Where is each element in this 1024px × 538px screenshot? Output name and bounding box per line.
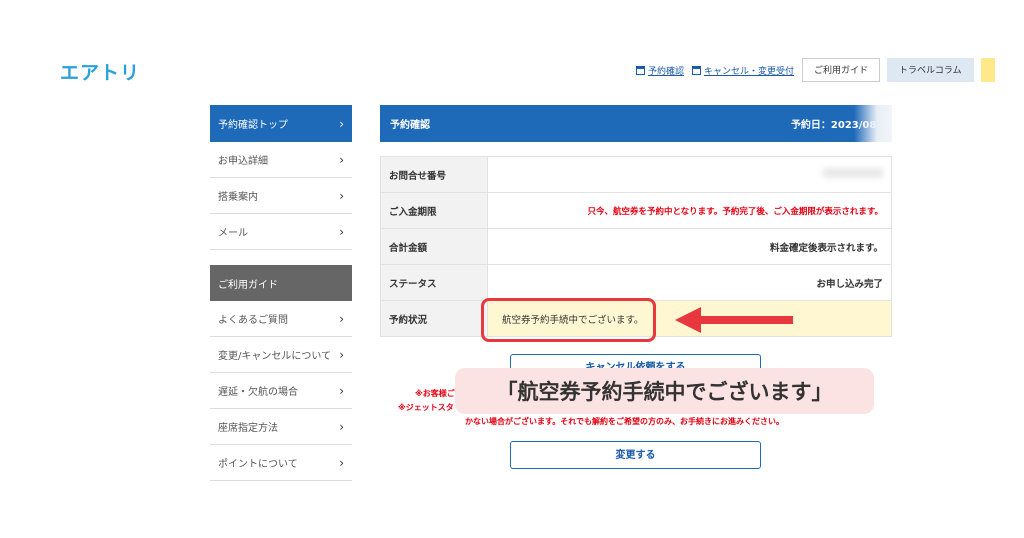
sidebar-item-label: メール	[218, 228, 248, 239]
sidebar-item-boarding-guide[interactable]: 搭乗案内 ›	[210, 178, 352, 214]
calendar-icon	[636, 65, 645, 75]
payment-deadline-value: 只今、航空券を予約中となります。予約完了後、ご入金期限が表示されます。	[487, 192, 892, 229]
table-row: お問合せ番号	[380, 156, 892, 193]
travel-column-button[interactable]: トラベルコラム	[887, 58, 974, 82]
sidebar-item-mail[interactable]: メール ›	[210, 214, 352, 250]
sidebar-item-label: 予約確認トップ	[218, 120, 288, 131]
row-label: 合計金額	[380, 228, 488, 265]
notice-text: かない場合がございます。それでも解約をご希望の方のみ、お手続きにお進みください。	[465, 417, 784, 426]
sidebar-item-change-cancel[interactable]: 変更/キャンセルについて ›	[210, 337, 352, 373]
chevron-right-icon: ›	[339, 116, 344, 131]
chevron-right-icon: ›	[339, 224, 344, 239]
highlight-box	[481, 298, 656, 342]
top-navigation: 予約確認 キャンセル・変更受付 ご利用ガイド トラベルコラム	[636, 58, 995, 82]
sidebar-item-label: お申込詳細	[218, 156, 268, 167]
extra-nav-button[interactable]	[980, 58, 995, 82]
sidebar-item-label: 座席指定方法	[218, 423, 278, 434]
chevron-right-icon: ›	[339, 383, 344, 398]
inquiry-number-value	[487, 156, 892, 193]
reservation-confirm-label: 予約確認	[648, 66, 685, 77]
reservation-confirm-link[interactable]: 予約確認	[636, 64, 684, 77]
change-button[interactable]: 変更する	[510, 441, 761, 469]
table-row: 合計金額 料金確定後表示されます。	[380, 228, 892, 265]
sidebar-item-points[interactable]: ポイントについて ›	[210, 445, 352, 481]
sidebar-item-label: ポイントについて	[218, 459, 298, 470]
sidebar-item-label: 搭乗案内	[218, 192, 258, 203]
notice-text: ※ジェットスタ	[398, 403, 454, 412]
sidebar-item-faq[interactable]: よくあるご質問 ›	[210, 301, 352, 337]
panel-header: 予約確認 予約日：2023/08/	[380, 105, 892, 142]
sidebar: 予約確認トップ › お申込詳細 › 搭乗案内 › メール › ご利用ガイド よく…	[210, 105, 352, 481]
blurred-overlay	[854, 105, 892, 142]
chevron-right-icon: ›	[339, 455, 344, 470]
sidebar-item-label: 遅延・欠航の場合	[218, 387, 298, 398]
chevron-right-icon: ›	[339, 347, 344, 362]
sidebar-item-seat-selection[interactable]: 座席指定方法 ›	[210, 409, 352, 445]
chevron-right-icon: ›	[339, 419, 344, 434]
chevron-right-icon: ›	[339, 311, 344, 326]
sidebar-item-label: 変更/キャンセルについて	[218, 351, 332, 362]
cancel-change-link[interactable]: キャンセル・変更受付	[692, 64, 794, 77]
blurred-value	[823, 168, 883, 178]
chevron-right-icon: ›	[339, 152, 344, 167]
sidebar-item-label: よくあるご質問	[218, 315, 288, 326]
total-amount-value: 料金確定後表示されます。	[487, 228, 892, 265]
row-label: 予約状況	[380, 300, 488, 337]
table-row: ステータス お申し込み完了	[380, 264, 892, 301]
panel-title: 予約確認	[390, 120, 430, 131]
usage-guide-button[interactable]: ご利用ガイド	[802, 58, 881, 82]
sidebar-item-application-details[interactable]: お申込詳細 ›	[210, 142, 352, 178]
cancel-change-label: キャンセル・変更受付	[704, 66, 795, 77]
table-row: ご入金期限 只今、航空券を予約中となります。予約完了後、ご入金期限が表示されます…	[380, 192, 892, 229]
annotation-callout: 「航空券予約手続中でございます」	[455, 368, 874, 414]
logo[interactable]: エアトリ	[60, 58, 140, 85]
sidebar-guide-heading: ご利用ガイド	[210, 265, 352, 301]
row-label: ステータス	[380, 264, 488, 301]
sidebar-item-delay-cancellation[interactable]: 遅延・欠航の場合 ›	[210, 373, 352, 409]
calendar-icon	[692, 65, 702, 75]
row-label: ご入金期限	[380, 192, 488, 229]
red-arrow-icon	[675, 307, 793, 333]
row-label: お問合せ番号	[380, 156, 488, 193]
chevron-right-icon: ›	[339, 188, 344, 203]
sidebar-item-reservation-top[interactable]: 予約確認トップ ›	[210, 105, 352, 142]
status-value: お申し込み完了	[487, 264, 892, 301]
notice-text: ※お客様ご	[415, 389, 455, 398]
